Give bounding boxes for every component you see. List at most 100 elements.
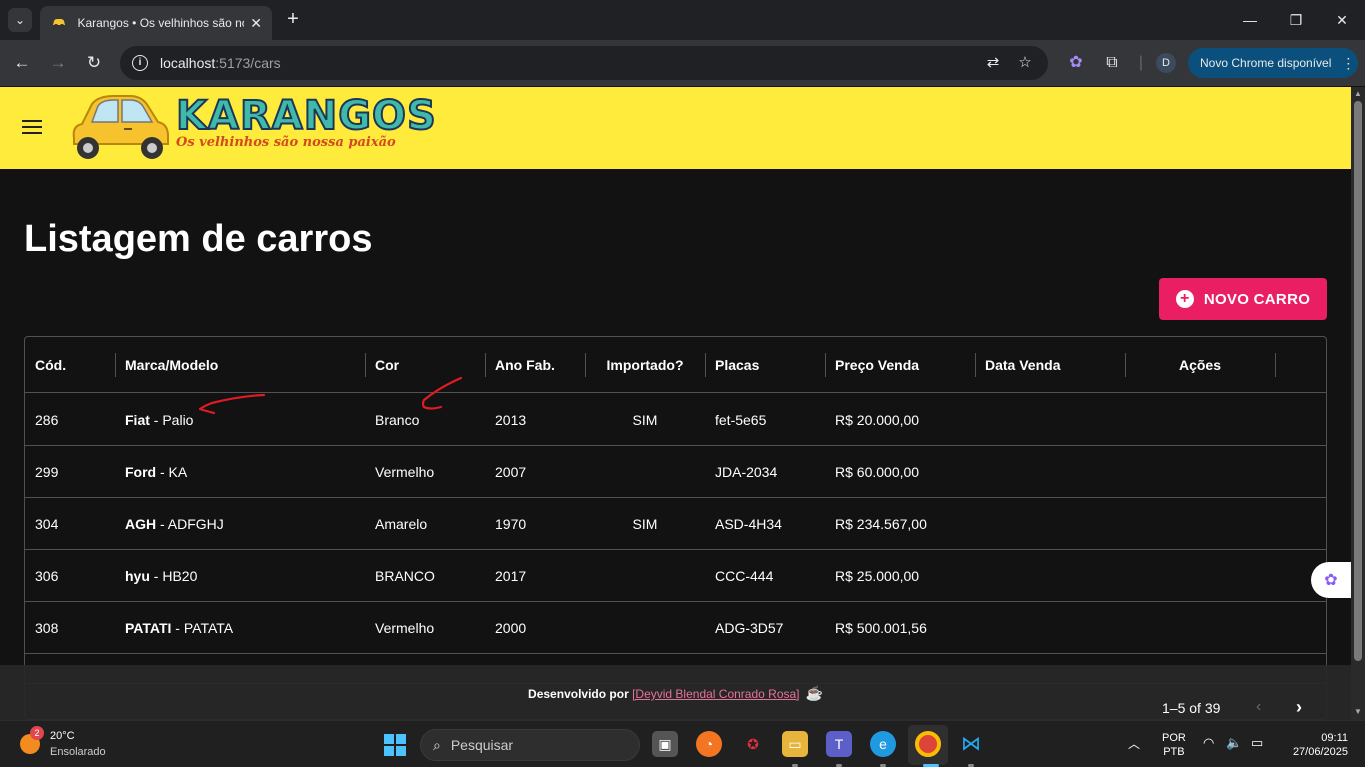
back-button[interactable]: ← xyxy=(10,51,34,75)
new-car-button[interactable]: + NOVO CARRO xyxy=(1159,278,1327,320)
karangos-logo: KARANGOS Os velhinhos são nossa paixão xyxy=(68,89,437,167)
column-separator[interactable] xyxy=(1275,353,1276,377)
show-hidden-icons-icon[interactable]: ︿ xyxy=(1128,735,1140,752)
app-footer: Desenvolvido por [Deyvid Blendal Conrado… xyxy=(0,665,1351,720)
cell-imported xyxy=(585,446,705,498)
site-info-icon[interactable]: i xyxy=(132,55,148,71)
search-icon: ⌕ xyxy=(433,736,441,753)
col-header-color[interactable]: Cor xyxy=(365,337,485,393)
cell-plate: CCC-444 xyxy=(715,568,774,584)
next-page-button[interactable]: › xyxy=(1296,697,1302,718)
bookmark-star-icon[interactable]: ☆ xyxy=(1016,54,1034,72)
cell-price: R$ 25.000,00 xyxy=(835,568,920,584)
cell-brand-model: PATATI - PATATA xyxy=(125,620,234,636)
reload-button[interactable]: ↻ xyxy=(82,51,106,75)
cell-imported: SIM xyxy=(632,412,658,428)
chrome-icon[interactable] xyxy=(915,731,941,757)
table-row[interactable]: 304 AGH - ADFGHJ Amarelo 1970 SIM ASD-4H… xyxy=(25,498,1326,550)
profile-avatar[interactable]: D xyxy=(1156,53,1176,73)
cell-price: R$ 500.001,56 xyxy=(835,620,927,636)
col-header-sale-date[interactable]: Data Venda xyxy=(975,337,1125,393)
table-row[interactable]: 286 Fiat - Palio Branco 2013 SIM fet-5e6… xyxy=(25,394,1326,446)
cell-plate: ADG-3D57 xyxy=(715,620,784,636)
yellow-car-icon xyxy=(72,95,169,159)
cell-price: R$ 234.567,00 xyxy=(835,516,927,532)
app-red-icon[interactable]: ✪ xyxy=(740,731,766,757)
cell-color: Branco xyxy=(375,412,420,428)
cell-year: 2017 xyxy=(495,568,527,584)
system-clock[interactable]: 09:11 27/06/2025 xyxy=(1284,731,1348,759)
col-header-year[interactable]: Ano Fab. xyxy=(485,337,585,393)
logo-wordmark: KARANGOS xyxy=(175,92,437,140)
forward-button[interactable]: → xyxy=(46,51,70,75)
col-header-id[interactable]: Cód. xyxy=(25,337,115,393)
windows-taskbar: 2 20°C Ensolarado ⌕ Pesquisar ▣ ◔ ✪ ▭ T … xyxy=(0,720,1365,767)
scroll-up-arrow-icon[interactable]: ▲ xyxy=(1353,89,1363,98)
edge-icon[interactable]: e xyxy=(870,731,896,757)
grid-header-row: Cód. Marca/Modelo Cor Ano Fab. Importado… xyxy=(25,337,1326,393)
col-header-imported[interactable]: Importado? xyxy=(585,337,705,393)
browser-tab[interactable]: Karangos • Os velhinhos são nossa paixão… xyxy=(40,6,272,40)
previous-page-button[interactable]: ‹ xyxy=(1256,698,1261,716)
cell-brand-model: AGH - ADFGHJ xyxy=(125,516,224,532)
weather-notification-badge: 2 xyxy=(30,726,44,740)
extension-side-brain-icon[interactable]: ✿ xyxy=(1311,562,1351,598)
table-row[interactable]: 308 PATATI - PATATA Vermelho 2000 ADG-3D… xyxy=(25,602,1326,654)
tab-title: Karangos • Os velhinhos são nossa paixão xyxy=(77,16,244,30)
address-bar[interactable]: i localhost:5173/cars ⇄ ☆ xyxy=(120,46,1048,80)
cars-data-grid: Cód. Marca/Modelo Cor Ano Fab. Importado… xyxy=(24,336,1327,720)
maximize-button[interactable]: ❐ xyxy=(1273,8,1319,32)
page-title: Listagem de carros xyxy=(24,218,373,260)
car-favicon-icon xyxy=(50,16,67,30)
minimize-button[interactable]: — xyxy=(1227,8,1273,32)
scroll-down-arrow-icon[interactable]: ▼ xyxy=(1353,707,1363,716)
teams-icon[interactable]: T xyxy=(826,731,852,757)
page-scrollbar[interactable]: ▲ ▼ xyxy=(1351,87,1365,720)
chrome-update-button[interactable]: Novo Chrome disponível ⋮ xyxy=(1188,48,1358,78)
add-circle-icon: + xyxy=(1175,290,1194,308)
task-view-icon[interactable]: ▣ xyxy=(652,731,678,757)
cell-year: 2013 xyxy=(495,412,527,428)
col-header-price[interactable]: Preço Venda xyxy=(825,337,975,393)
cell-imported: SIM xyxy=(632,516,658,532)
close-window-button[interactable]: ✕ xyxy=(1319,8,1365,32)
cell-color: Vermelho xyxy=(375,620,435,636)
crunchyroll-icon[interactable]: ◔ xyxy=(696,731,722,757)
app-header: KARANGOS Os velhinhos são nossa paixão xyxy=(0,87,1351,169)
cell-sale-date xyxy=(975,602,985,654)
vscode-icon[interactable]: ⋈ xyxy=(958,731,984,757)
cell-sale-date xyxy=(975,394,985,446)
taskbar-search-input[interactable]: ⌕ Pesquisar xyxy=(420,729,640,761)
cell-plate: JDA-2034 xyxy=(715,464,778,480)
more-menu-icon[interactable]: ⋮ xyxy=(1341,55,1355,72)
menu-hamburger-icon[interactable] xyxy=(22,120,42,136)
toolbar-divider: | xyxy=(1138,54,1144,71)
wifi-icon[interactable]: ◠ xyxy=(1203,735,1214,751)
cell-year: 2000 xyxy=(495,620,527,636)
new-tab-button[interactable]: + xyxy=(282,8,304,32)
cell-brand-model: hyu - HB20 xyxy=(125,568,198,584)
col-header-actions[interactable]: Ações xyxy=(1125,337,1275,393)
translate-icon[interactable]: ⇄ xyxy=(984,54,1002,72)
battery-icon[interactable]: ▭ xyxy=(1251,735,1263,751)
table-row[interactable]: 299 Ford - KA Vermelho 2007 JDA-2034 R$ … xyxy=(25,446,1326,498)
tab-search-button[interactable]: ⌄ xyxy=(8,8,32,32)
extensions-puzzle-icon[interactable]: ⧉ xyxy=(1101,52,1123,74)
windows-start-icon[interactable] xyxy=(384,734,406,756)
table-row[interactable]: 306 hyu - HB20 BRANCO 2017 CCC-444 R$ 25… xyxy=(25,550,1326,602)
cell-brand-model: Ford - KA xyxy=(125,464,188,480)
volume-muted-icon[interactable]: 🔈 xyxy=(1226,735,1242,751)
cell-id: 299 xyxy=(35,464,59,480)
extension-brain-icon[interactable]: ✿ xyxy=(1065,52,1087,74)
file-explorer-icon[interactable]: ▭ xyxy=(782,731,808,757)
col-header-plates[interactable]: Placas xyxy=(705,337,825,393)
input-language[interactable]: POR PTB xyxy=(1162,731,1186,759)
close-tab-icon[interactable]: ✕ xyxy=(250,15,262,32)
col-header-brand-model[interactable]: Marca/Modelo xyxy=(115,337,365,393)
author-link[interactable]: [Deyvid Blendal Conrado Rosa] xyxy=(632,687,799,701)
cell-sale-date xyxy=(975,498,985,550)
weather-temperature[interactable]: 20°C xyxy=(50,730,75,742)
weather-description[interactable]: Ensolarado xyxy=(50,746,106,758)
cell-sale-date xyxy=(975,550,985,602)
scrollbar-thumb[interactable] xyxy=(1354,101,1362,661)
